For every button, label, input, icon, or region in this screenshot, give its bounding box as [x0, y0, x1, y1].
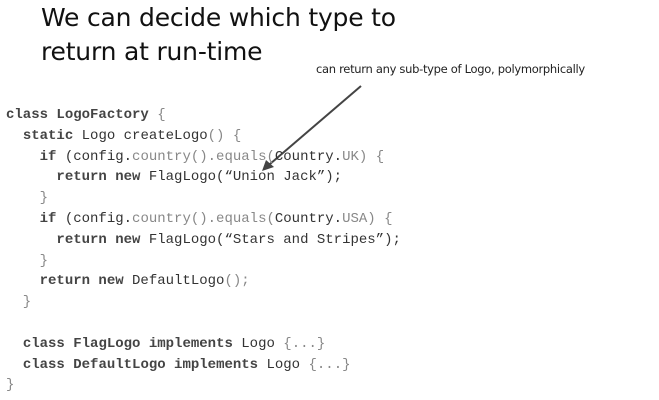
code-line: class FlagLogo implements Logo {...}: [6, 334, 401, 355]
code-token: FlagLogo(“Stars and Stripes”);: [140, 231, 401, 248]
code-token: Logo createLogo: [73, 127, 208, 144]
code-token: if: [39, 148, 57, 165]
code-token: LogoFactory: [56, 107, 149, 123]
code-line: }: [6, 292, 401, 313]
code-token: FlagLogo: [73, 335, 141, 352]
code-token: {...}: [283, 335, 326, 352]
code-token: Country.: [274, 148, 343, 165]
code-line: static Logo createLogo() {: [6, 126, 401, 147]
code-line: class LogoFactory {: [6, 105, 401, 126]
code-line: if (config.country().equals(Country.UK) …: [6, 147, 401, 168]
code-token: (config.: [56, 210, 133, 227]
code-token: FlagLogo(“Union Jack”);: [140, 169, 343, 186]
code-token: UK) {: [342, 148, 385, 165]
code-token: Country.: [274, 210, 343, 227]
code-line: return new DefaultLogo();: [6, 271, 401, 292]
code-block: class LogoFactory { static Logo createLo…: [6, 105, 401, 396]
code-token: () {: [207, 127, 242, 144]
code-token: class: [22, 356, 74, 373]
code-token: {: [148, 107, 166, 123]
code-line: return new FlagLogo(“Stars and Stripes”)…: [6, 230, 401, 251]
code-token: return new: [39, 273, 124, 290]
code-token: {...}: [308, 356, 351, 373]
code-token: return new: [56, 169, 141, 186]
code-token: implements: [165, 356, 259, 373]
code-token: Logo: [258, 356, 309, 373]
code-line: if (config.country().equals(Country.USA)…: [6, 209, 401, 230]
code-token: Logo: [232, 335, 284, 352]
code-line: class DefaultLogo implements Logo {...}: [6, 355, 401, 376]
code-token: country().equals(: [132, 148, 275, 165]
code-token: USA) {: [342, 210, 393, 227]
code-token: (config.: [56, 148, 133, 165]
code-token: country().equals(: [132, 210, 275, 227]
code-token: }: [6, 252, 49, 269]
code-token: }: [6, 190, 49, 207]
code-line: }: [6, 375, 401, 396]
code-line: }: [6, 251, 401, 272]
code-line: }: [6, 188, 401, 209]
code-token: }: [6, 377, 15, 394]
code-token: DefaultLogo: [73, 356, 166, 373]
code-token: class: [22, 335, 74, 352]
code-token: if: [39, 210, 57, 227]
code-line: return new FlagLogo(“Union Jack”);: [6, 167, 401, 188]
code-token: class: [6, 107, 57, 123]
code-token: ();: [224, 273, 250, 290]
code-token: static: [22, 127, 74, 144]
code-token: }: [6, 294, 32, 311]
code-token: implements: [140, 335, 233, 352]
code-token: DefaultLogo: [123, 273, 225, 290]
code-token: return new: [56, 231, 141, 248]
